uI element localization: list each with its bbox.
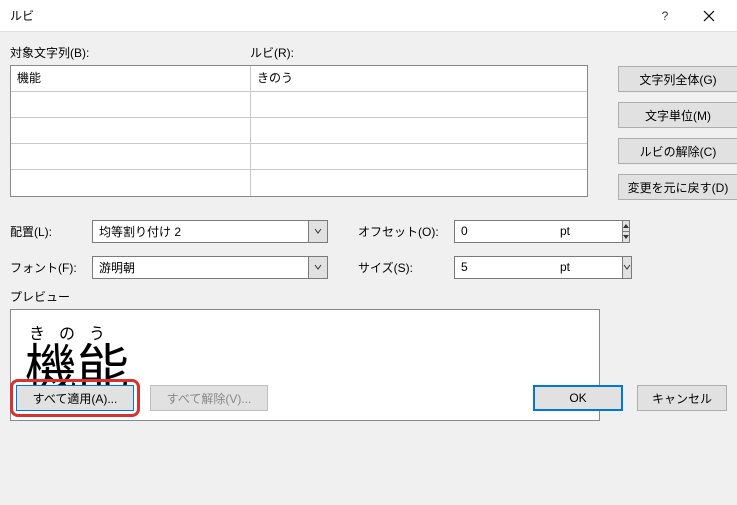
size-unit: pt [560, 260, 570, 274]
base-text-input-4[interactable] [17, 174, 244, 188]
font-combo[interactable] [92, 256, 328, 279]
base-text-input-1[interactable] [17, 96, 244, 110]
offset-up[interactable] [623, 221, 629, 232]
ruby-text-input-0[interactable] [257, 70, 581, 84]
size-input[interactable] [454, 256, 622, 279]
offset-down[interactable] [623, 232, 629, 242]
clear-ruby-button[interactable]: ルビの解除(C) [618, 138, 737, 164]
remove-all-button[interactable]: すべて解除(V)... [150, 385, 268, 411]
base-text-input-0[interactable] [17, 70, 244, 84]
ok-button[interactable]: OK [533, 385, 623, 411]
chevron-down-icon[interactable] [308, 256, 328, 279]
reset-button[interactable]: 変更を元に戻す(D) [618, 174, 737, 200]
ruby-text-input-4[interactable] [257, 174, 581, 188]
base-text-input-3[interactable] [17, 148, 244, 162]
font-label: フォント(F): [10, 259, 92, 276]
dialog-title: ルビ [10, 7, 643, 24]
align-input[interactable] [92, 220, 308, 243]
align-combo[interactable] [92, 220, 328, 243]
size-combo[interactable] [454, 256, 554, 279]
cancel-button[interactable]: キャンセル [637, 385, 727, 411]
ruby-text-input-1[interactable] [257, 96, 581, 110]
group-button[interactable]: 文字列全体(G) [618, 66, 737, 92]
ruby-text-input-3[interactable] [257, 148, 581, 162]
apply-all-button[interactable]: すべて適用(A)... [16, 385, 134, 411]
help-button[interactable]: ? [643, 1, 687, 31]
base-text-label: 対象文字列(B): [10, 44, 250, 61]
ruby-text-input-2[interactable] [257, 122, 581, 136]
chevron-down-icon[interactable] [622, 256, 632, 279]
ruby-label: ルビ(R): [250, 44, 294, 61]
offset-input[interactable] [454, 220, 623, 243]
offset-unit: pt [560, 224, 570, 238]
size-label: サイズ(S): [358, 259, 454, 276]
font-input[interactable] [92, 256, 308, 279]
offset-label: オフセット(O): [358, 223, 454, 240]
close-button[interactable] [687, 1, 731, 31]
base-text-input-2[interactable] [17, 122, 244, 136]
offset-spinner[interactable] [454, 220, 554, 243]
ruby-grid [10, 65, 588, 197]
mono-button[interactable]: 文字単位(M) [618, 102, 737, 128]
preview-label: プレビュー [10, 288, 727, 305]
align-label: 配置(L): [10, 223, 92, 240]
apply-all-highlight: すべて適用(A)... [10, 379, 140, 417]
chevron-down-icon[interactable] [308, 220, 328, 243]
